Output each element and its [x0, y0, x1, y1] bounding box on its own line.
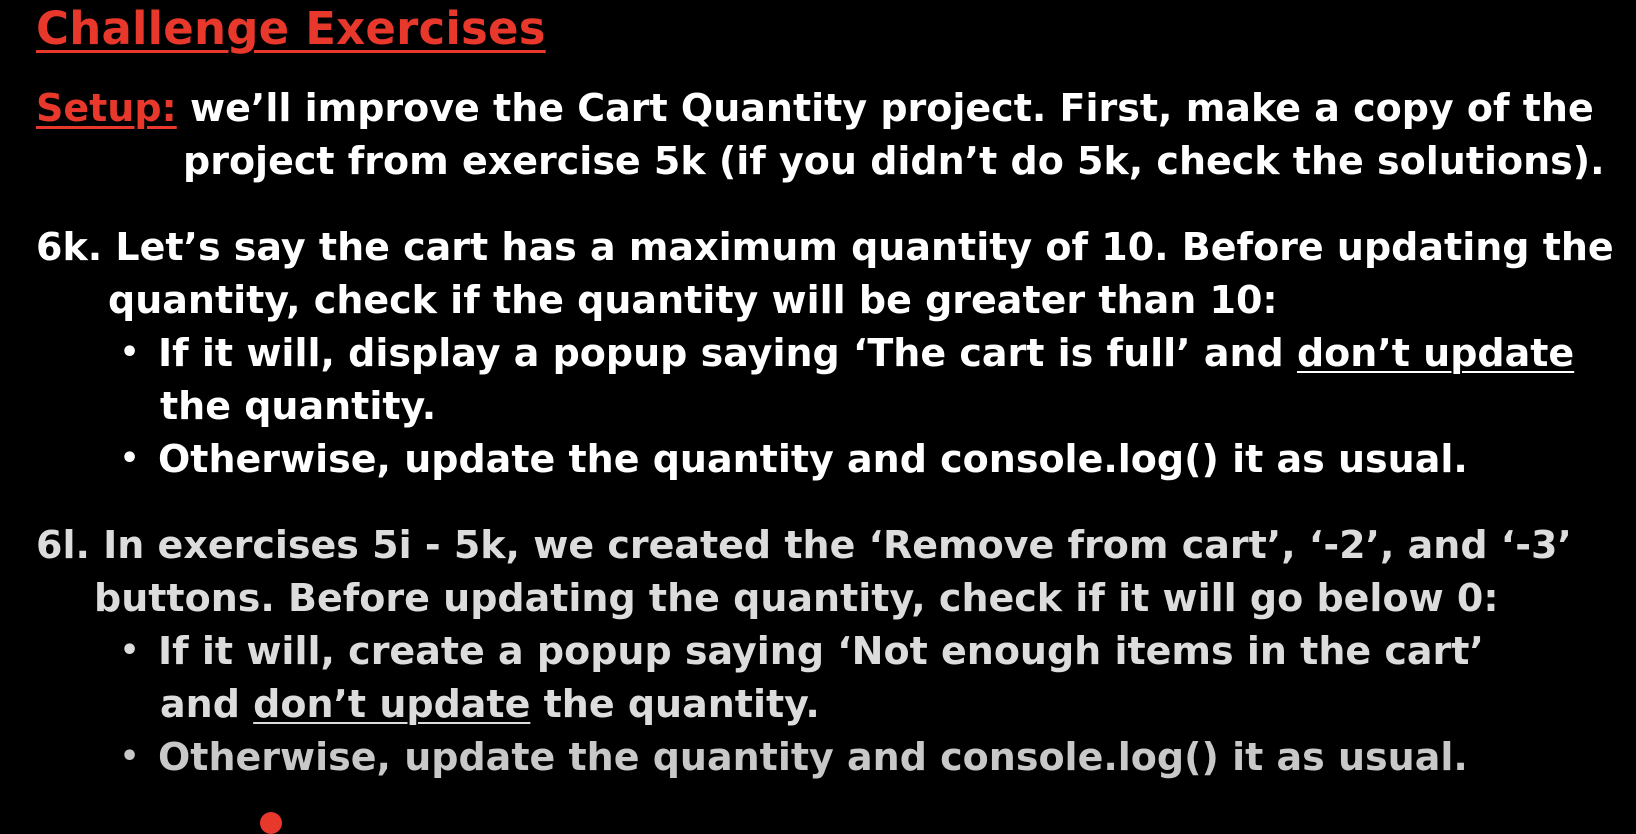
exercise-6l-line-1: 6l. In exercises 5i - 5k, we created the… [36, 523, 1572, 567]
exercise-6k-bullet-1-text: If it will, display a popup saying ‘The … [158, 331, 1297, 375]
setup-line-1: Setup: we’ll improve the Cart Quantity p… [36, 80, 1594, 136]
bullet-icon: • [120, 633, 140, 668]
cursor-dot-icon [260, 812, 282, 834]
exercise-6k-bullet-1-continued: the quantity. [160, 384, 437, 428]
exercise-6l-line-2: buttons. Before updating the quantity, c… [94, 576, 1499, 620]
bullet-icon: • [120, 441, 140, 476]
exercise-6l-bullet-1-continued: and don’t update the quantity. [160, 676, 820, 732]
page-title: Challenge Exercises [36, 2, 546, 55]
setup-label: Setup: [36, 86, 177, 130]
exercise-6k-bullet-2: Otherwise, update the quantity and conso… [158, 437, 1468, 481]
exercise-6l-bullet-1: If it will, create a popup saying ‘Not e… [158, 629, 1484, 673]
exercise-6k-bullet-1-underlined: don’t update [1296, 331, 1575, 375]
exercise-6k-bullet-1: If it will, display a popup saying ‘The … [158, 325, 1574, 381]
exercise-6k-line-1: 6k. Let’s say the cart has a maximum qua… [36, 225, 1614, 269]
exercise-6l-bullet-1-cont-pre: and [160, 682, 254, 726]
setup-line-2: project from exercise 5k (if you didn’t … [183, 139, 1605, 183]
exercise-6l-bullet-1-cont-post: the quantity. [530, 682, 820, 726]
exercise-6k-line-2: quantity, check if the quantity will be … [108, 278, 1278, 322]
bullet-icon: • [120, 739, 140, 774]
exercise-6l-bullet-1-underlined: don’t update [253, 682, 531, 726]
bullet-icon: • [120, 335, 140, 370]
setup-text-1: we’ll improve the Cart Quantity project.… [190, 86, 1594, 130]
exercise-6l-bullet-2: Otherwise, update the quantity and conso… [158, 735, 1468, 779]
